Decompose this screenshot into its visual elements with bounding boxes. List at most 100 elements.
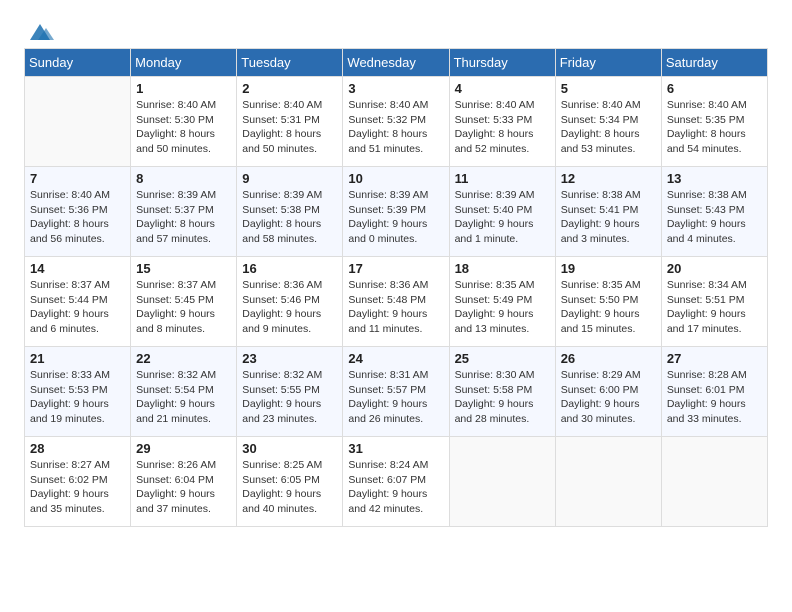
day-number: 20 [667, 261, 762, 276]
calendar-cell: 12Sunrise: 8:38 AMSunset: 5:41 PMDayligh… [555, 167, 661, 257]
day-number: 7 [30, 171, 125, 186]
calendar-week-row: 28 Sunrise: 8:27 AMSunset: 6:02 PMDayligh… [25, 437, 768, 527]
calendar-cell: 26 Sunrise: 8:29 AMSunset: 6:00 PMDayligh… [555, 347, 661, 437]
cell-info: Sunrise: 8:35 AMSunset: 5:49 PMDaylight:… [455, 278, 550, 337]
cell-info: Sunrise: 8:34 AMSunset: 5:51 PMDaylight:… [667, 278, 762, 337]
cell-info: Sunrise: 8:40 AMSunset: 5:32 PMDaylight:… [348, 98, 443, 157]
calendar-cell: 8 Sunrise: 8:39 AMSunset: 5:37 PMDaylight… [131, 167, 237, 257]
logo-icon [26, 20, 54, 42]
day-header-monday: Monday [131, 49, 237, 77]
day-number: 2 [242, 81, 337, 96]
calendar-cell: 2 Sunrise: 8:40 AMSunset: 5:31 PMDaylight… [237, 77, 343, 167]
cell-info: Sunrise: 8:40 AMSunset: 5:34 PMDaylight:… [561, 98, 656, 157]
day-number: 18 [455, 261, 550, 276]
cell-info: Sunrise: 8:40 AMSunset: 5:33 PMDaylight:… [455, 98, 550, 157]
day-number: 27 [667, 351, 762, 366]
cell-info: Sunrise: 8:29 AMSunset: 6:00 PMDaylight:… [561, 368, 656, 427]
calendar-cell: 23Sunrise: 8:32 AMSunset: 5:55 PMDayligh… [237, 347, 343, 437]
day-number: 21 [30, 351, 125, 366]
logo-text [24, 20, 54, 42]
cell-info: Sunrise: 8:28 AMSunset: 6:01 PMDaylight:… [667, 368, 762, 427]
calendar-cell: 16 Sunrise: 8:36 AMSunset: 5:46 PMDayligh… [237, 257, 343, 347]
day-number: 31 [348, 441, 443, 456]
calendar-cell [449, 437, 555, 527]
day-number: 28 [30, 441, 125, 456]
day-header-thursday: Thursday [449, 49, 555, 77]
cell-info: Sunrise: 8:37 AMSunset: 5:44 PMDaylight:… [30, 278, 125, 337]
calendar-cell: 30Sunrise: 8:25 AMSunset: 6:05 PMDayligh… [237, 437, 343, 527]
day-number: 5 [561, 81, 656, 96]
calendar-cell: 6 Sunrise: 8:40 AMSunset: 5:35 PMDaylight… [661, 77, 767, 167]
day-number: 6 [667, 81, 762, 96]
cell-info: Sunrise: 8:39 AMSunset: 5:39 PMDaylight:… [348, 188, 443, 247]
calendar-cell: 18 Sunrise: 8:35 AMSunset: 5:49 PMDayligh… [449, 257, 555, 347]
calendar-cell: 10 Sunrise: 8:39 AMSunset: 5:39 PMDayligh… [343, 167, 449, 257]
cell-info: Sunrise: 8:40 AMSunset: 5:35 PMDaylight:… [667, 98, 762, 157]
day-number: 26 [561, 351, 656, 366]
day-number: 14 [30, 261, 125, 276]
day-header-wednesday: Wednesday [343, 49, 449, 77]
calendar-week-row: 1 Sunrise: 8:40 AMSunset: 5:30 PMDaylight… [25, 77, 768, 167]
calendar-cell: 17 Sunrise: 8:36 AMSunset: 5:48 PMDayligh… [343, 257, 449, 347]
calendar-cell: 28 Sunrise: 8:27 AMSunset: 6:02 PMDayligh… [25, 437, 131, 527]
day-number: 25 [455, 351, 550, 366]
calendar-cell: 13 Sunrise: 8:38 AMSunset: 5:43 PMDayligh… [661, 167, 767, 257]
day-number: 23 [242, 351, 337, 366]
cell-info: Sunrise: 8:26 AMSunset: 6:04 PMDaylight:… [136, 458, 231, 517]
calendar-cell: 4 Sunrise: 8:40 AMSunset: 5:33 PMDaylight… [449, 77, 555, 167]
calendar-week-row: 14 Sunrise: 8:37 AMSunset: 5:44 PMDayligh… [25, 257, 768, 347]
calendar-cell: 21 Sunrise: 8:33 AMSunset: 5:53 PMDayligh… [25, 347, 131, 437]
cell-info: Sunrise: 8:27 AMSunset: 6:02 PMDaylight:… [30, 458, 125, 517]
day-number: 3 [348, 81, 443, 96]
day-header-friday: Friday [555, 49, 661, 77]
calendar-cell: 27 Sunrise: 8:28 AMSunset: 6:01 PMDayligh… [661, 347, 767, 437]
day-number: 12 [561, 171, 656, 186]
calendar-cell: 25 Sunrise: 8:30 AMSunset: 5:58 PMDayligh… [449, 347, 555, 437]
day-number: 13 [667, 171, 762, 186]
day-number: 10 [348, 171, 443, 186]
day-header-tuesday: Tuesday [237, 49, 343, 77]
day-number: 8 [136, 171, 231, 186]
calendar-cell: 31 Sunrise: 8:24 AMSunset: 6:07 PMDayligh… [343, 437, 449, 527]
cell-info: Sunrise: 8:36 AMSunset: 5:48 PMDaylight:… [348, 278, 443, 337]
day-number: 17 [348, 261, 443, 276]
logo [24, 20, 54, 38]
calendar-cell: 11 Sunrise: 8:39 AMSunset: 5:40 PMDayligh… [449, 167, 555, 257]
cell-info: Sunrise: 8:37 AMSunset: 5:45 PMDaylight:… [136, 278, 231, 337]
cell-info: Sunrise: 8:25 AMSunset: 6:05 PMDaylight:… [242, 458, 337, 517]
calendar-cell: 24Sunrise: 8:31 AMSunset: 5:57 PMDayligh… [343, 347, 449, 437]
calendar-cell: 5 Sunrise: 8:40 AMSunset: 5:34 PMDaylight… [555, 77, 661, 167]
calendar-cell: 15Sunrise: 8:37 AMSunset: 5:45 PMDayligh… [131, 257, 237, 347]
calendar-cell: 1 Sunrise: 8:40 AMSunset: 5:30 PMDaylight… [131, 77, 237, 167]
calendar-cell: 14 Sunrise: 8:37 AMSunset: 5:44 PMDayligh… [25, 257, 131, 347]
day-number: 11 [455, 171, 550, 186]
cell-info: Sunrise: 8:35 AMSunset: 5:50 PMDaylight:… [561, 278, 656, 337]
calendar-cell: 3 Sunrise: 8:40 AMSunset: 5:32 PMDaylight… [343, 77, 449, 167]
calendar-cell: 19 Sunrise: 8:35 AMSunset: 5:50 PMDayligh… [555, 257, 661, 347]
calendar-header-row: SundayMondayTuesdayWednesdayThursdayFrid… [25, 49, 768, 77]
day-header-sunday: Sunday [25, 49, 131, 77]
calendar-week-row: 7 Sunrise: 8:40 AMSunset: 5:36 PMDaylight… [25, 167, 768, 257]
cell-info: Sunrise: 8:39 AMSunset: 5:37 PMDaylight:… [136, 188, 231, 247]
cell-info: Sunrise: 8:40 AMSunset: 5:31 PMDaylight:… [242, 98, 337, 157]
cell-info: Sunrise: 8:40 AMSunset: 5:36 PMDaylight:… [30, 188, 125, 247]
cell-info: Sunrise: 8:39 AMSunset: 5:38 PMDaylight:… [242, 188, 337, 247]
cell-info: Sunrise: 8:40 AMSunset: 5:30 PMDaylight:… [136, 98, 231, 157]
cell-info: Sunrise: 8:33 AMSunset: 5:53 PMDaylight:… [30, 368, 125, 427]
cell-info: Sunrise: 8:30 AMSunset: 5:58 PMDaylight:… [455, 368, 550, 427]
day-number: 29 [136, 441, 231, 456]
day-number: 1 [136, 81, 231, 96]
day-number: 9 [242, 171, 337, 186]
day-number: 4 [455, 81, 550, 96]
day-number: 16 [242, 261, 337, 276]
day-header-saturday: Saturday [661, 49, 767, 77]
cell-info: Sunrise: 8:39 AMSunset: 5:40 PMDaylight:… [455, 188, 550, 247]
day-number: 24 [348, 351, 443, 366]
cell-info: Sunrise: 8:24 AMSunset: 6:07 PMDaylight:… [348, 458, 443, 517]
day-number: 19 [561, 261, 656, 276]
calendar-cell [555, 437, 661, 527]
cell-info: Sunrise: 8:32 AMSunset: 5:54 PMDaylight:… [136, 368, 231, 427]
cell-info: Sunrise: 8:38 AMSunset: 5:43 PMDaylight:… [667, 188, 762, 247]
calendar-week-row: 21 Sunrise: 8:33 AMSunset: 5:53 PMDayligh… [25, 347, 768, 437]
cell-info: Sunrise: 8:36 AMSunset: 5:46 PMDaylight:… [242, 278, 337, 337]
